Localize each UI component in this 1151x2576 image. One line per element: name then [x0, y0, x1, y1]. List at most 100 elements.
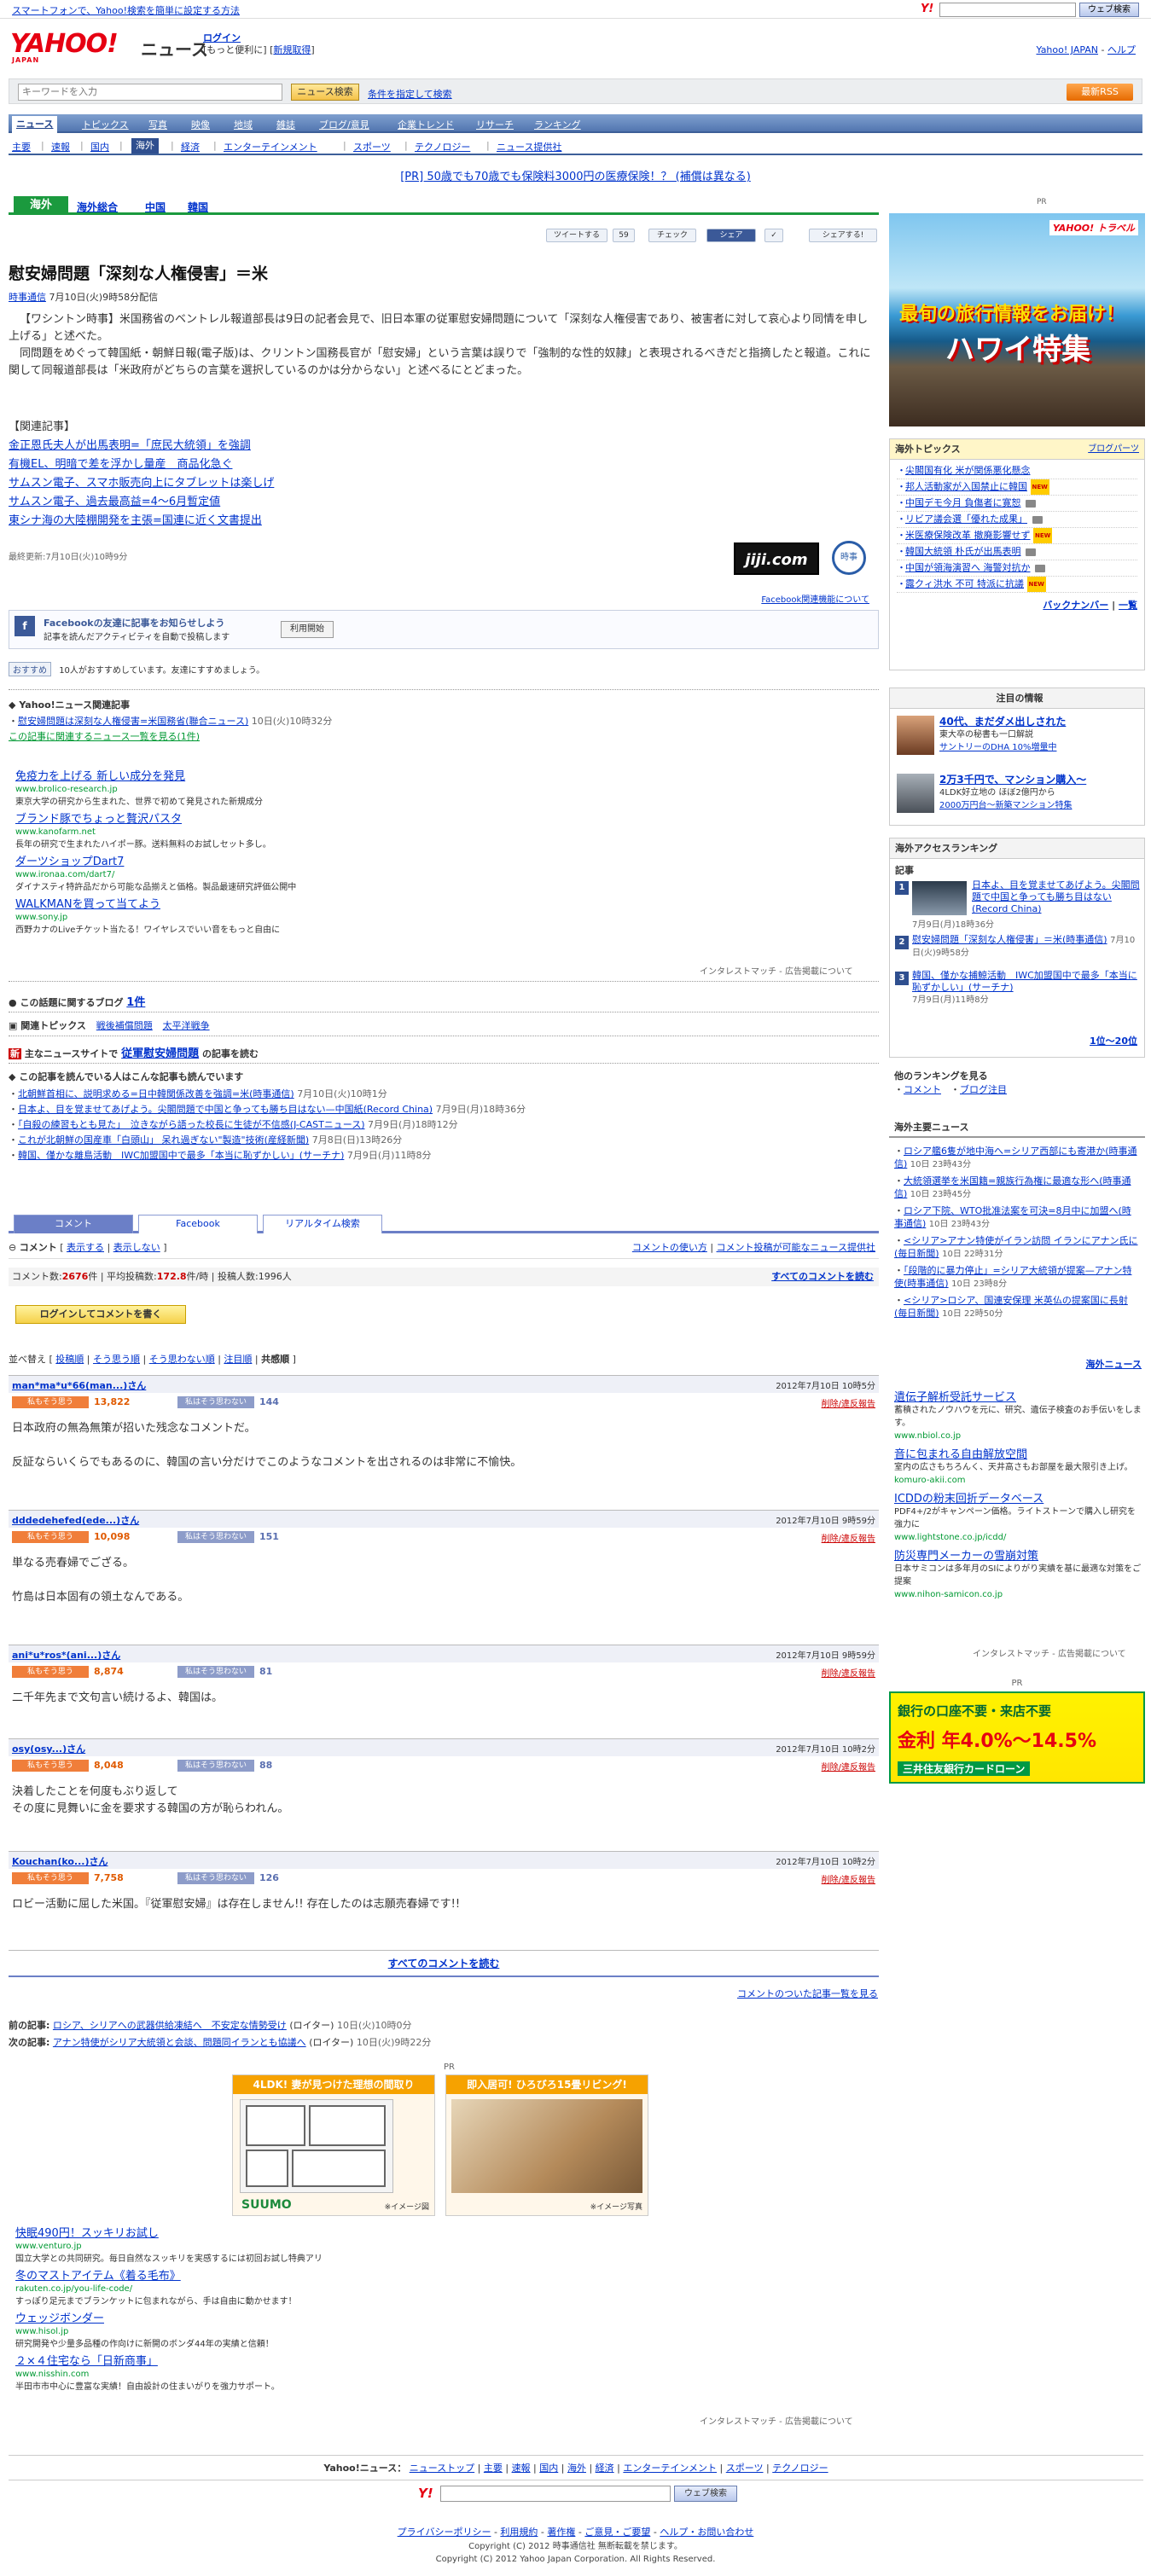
also-read-link[interactable]: これが北朝鮮の国産車「白頭山」 呆れ過ぎない"製造"技術(産経新聞) — [18, 1134, 309, 1146]
prev-article-link[interactable]: ロシア、シリアへの武器供給凍結へ 不安定な情勢受け — [53, 2020, 287, 2031]
comment-user[interactable]: dddedehefed(ede...)さん — [12, 1513, 139, 1527]
terms-link[interactable]: 利用規約 — [500, 2527, 538, 2538]
related-link[interactable]: 有機EL、明暗で差を浮かし量産 商品化急ぐ — [9, 458, 232, 471]
rss-button[interactable]: 最新RSS — [1067, 84, 1133, 101]
notice-item-1[interactable]: 40代、まだダメ出しされた 東大卒の秘書も一口解説 サントリーのDHA 10%増量中 — [939, 716, 1141, 754]
back-number-link[interactable]: バックナンバー — [1043, 600, 1108, 611]
major-news-more[interactable]: 海外ニュース — [1086, 1358, 1142, 1372]
smbc-card-loan-ad[interactable]: 銀行の口座不要・来店不要 金利 年4.0%〜14.5% 三井住友銀行カードローン — [889, 1691, 1145, 1784]
comment-howto-link[interactable]: コメントの使い方 — [632, 1242, 707, 1253]
disagree-button[interactable]: 私はそう思わない — [177, 1396, 254, 1408]
ad-item[interactable]: ダーツショップDart7 www.ironaa.com/dart7/ダイナスティ特… — [15, 856, 296, 894]
smartphone-promo-link[interactable]: スマートフォンで、Yahoo!検索を簡単に設定する方法 — [12, 3, 240, 17]
yahoo-related-link[interactable]: 慰安婦問題は深刻な人権侵害=米国務省(聯合ニュース) — [18, 716, 248, 727]
report-link[interactable]: 削除/違反報告 — [822, 1760, 875, 1772]
ad-item[interactable]: 防災専門メーカーの雪崩対策 日本サミコンは多年月のSIによりがり実績を基に最適な対… — [894, 1551, 1142, 1601]
facebook-start-button[interactable]: 利用開始 — [281, 621, 334, 638]
hawaii-travel-ad[interactable]: YAHOO! トラベル 最旬の旅行情報をお届け！ ハワイ特集 — [889, 213, 1145, 426]
pr-insurance-link[interactable]: [PR] 50歳でも70歳でも保険料3000円の医療保険！？ (補償は異なる) — [0, 167, 1151, 183]
subnav-main[interactable]: 主要 — [12, 140, 31, 154]
topic-item[interactable]: 中国デモ今月 負傷者に寛恕 — [905, 497, 1021, 508]
also-read-link[interactable]: 韓国、僅かな離島活動 IWC加盟国中で最多「本当に恥ずかしい」(サーチナ) — [18, 1150, 344, 1161]
also-read-link[interactable]: 「自殺の練習もとも見た」 泣きながら語った校長に生徒が不信感(J-CASTニュー… — [18, 1119, 365, 1130]
topic-item[interactable]: 尖閣国有化 米が関係悪化懸念 — [905, 465, 1031, 476]
tweet-button[interactable]: ツイートする — [546, 229, 607, 242]
subnav-flash[interactable]: 速報 — [51, 140, 70, 154]
next-article-link[interactable]: アナン特使がシリア大統領と会談、問題同イランとも協議へ — [53, 2037, 306, 2048]
report-link[interactable]: 削除/違反報告 — [822, 1666, 875, 1679]
news-search-input[interactable] — [18, 84, 282, 101]
ad-item[interactable]: WALKMANを買って当てよう www.sony.jp 西野カナのLiveチケット当… — [15, 899, 296, 937]
ad-item[interactable]: 冬のマストアイテム《着る毛布》 rakuten.co.jp/you-life-co… — [15, 2271, 323, 2308]
ranking-blog-link[interactable]: ブログ注目 — [960, 1084, 1007, 1095]
top-search-input[interactable] — [939, 3, 1076, 17]
news-search-button[interactable]: ニュース検索 — [291, 84, 359, 101]
nav-topics[interactable]: トピックス — [82, 118, 129, 131]
subnav-technology[interactable]: テクノロジー — [415, 140, 470, 154]
related-link[interactable]: サムスン電子、スマホ販売向上にタブレットは楽しげ — [9, 477, 274, 490]
footer-link[interactable]: 速報 — [512, 2463, 531, 2474]
interest-match-note[interactable]: インタレストマッチ - 広告掲載について — [700, 966, 853, 979]
agree-button[interactable]: 私もそう思う — [12, 1396, 89, 1408]
footer-link[interactable]: ニューストップ — [410, 2463, 474, 2474]
related-link[interactable]: 東シナ海の大陸棚開発を主張=国連に近く文書提出 — [9, 514, 262, 527]
ad-item[interactable]: 免疫力を上げる 新しい成分を発見 www.brolico-research.jp 東… — [15, 771, 296, 809]
subnav-world[interactable]: 海外 — [131, 138, 159, 154]
subnav-entertainment[interactable]: エンターテインメント — [224, 140, 317, 154]
section-title[interactable]: ニュース — [141, 36, 208, 61]
related-link[interactable]: サムスン電子、過去最高益=4～6月暫定値 — [9, 496, 220, 508]
also-read-link[interactable]: 日本よ、目を覚ませてあげよう。尖閣問題で中国と争っても勝ち目はない—中国紙(Re… — [18, 1104, 433, 1115]
help-link[interactable]: ヘルプ — [1107, 44, 1136, 55]
nav-video[interactable]: 映像 — [191, 118, 210, 131]
tab-korea[interactable]: 韓国 — [188, 200, 208, 214]
report-link[interactable]: 削除/違反報告 — [822, 1531, 875, 1544]
major-news-link[interactable]: <シリア>ロシア、国連安保理 米英仏の提案国に長射(毎日新聞) — [894, 1295, 1128, 1319]
footer-link[interactable]: 海外 — [567, 2463, 586, 2474]
notice-item-2[interactable]: 2万3千円で、マンション購入～ 4LDK好立地の ほぼ2億円から 2000万円台〜新… — [939, 774, 1141, 812]
also-read-link[interactable]: 北朝鮮首相に、説明求める=日中韓関係改善を強調=米(時事通信) — [18, 1088, 294, 1099]
subnav-providers[interactable]: ニュース提供社 — [497, 140, 561, 154]
web-search-button[interactable]: ウェブ検索 — [1079, 3, 1139, 17]
ad-item[interactable]: ブランド豚でちょっと贅沢パスタ www.kanofarm.net 長年の研究で生まれ… — [15, 814, 296, 851]
sort-empathy[interactable]: 共感順 — [261, 1354, 289, 1365]
check-button[interactable]: チェック — [648, 229, 696, 242]
report-link[interactable]: 削除/違反報告 — [822, 1872, 875, 1885]
nav-trend[interactable]: 企業トレンド — [398, 118, 454, 131]
tab-comments[interactable]: コメント — [14, 1215, 133, 1233]
sort-attention[interactable]: 注目順 — [224, 1354, 252, 1365]
ad-item[interactable]: 音に包まれる自由解放空間 室内の広さもちろんく、天井高さもお部屋を最大限引き上げ。… — [894, 1449, 1142, 1487]
comment-hide[interactable]: 表示しない — [113, 1242, 160, 1253]
topic-item[interactable]: 中国が領海演習へ 海警対抗か — [905, 562, 1031, 573]
comment-providers-link[interactable]: コメント投稿が可能なニュース提供社 — [717, 1242, 875, 1253]
topic-item[interactable]: 韓国大統領 朴氏が出馬表明 — [905, 546, 1021, 557]
footer-link[interactable]: 国内 — [539, 2463, 558, 2474]
mixi-icon[interactable]: ✓ — [764, 229, 783, 242]
like-button[interactable]: おすすめ — [9, 662, 51, 676]
sort-agree[interactable]: そう思う順 — [93, 1354, 140, 1365]
yahoo-footer-logo[interactable]: Y! — [418, 2486, 433, 2501]
all-comments-link[interactable]: すべてのコメントを読む — [9, 1950, 879, 1977]
nav-research[interactable]: リサーチ — [476, 118, 514, 131]
interest-match-note[interactable]: インタレストマッチ - 広告掲載について — [973, 1648, 1126, 1662]
rank-item-1[interactable]: 日本よ、目を覚ませてあげよう。尖閣問題で中国と争っても勝ち目はない(Record… — [972, 879, 1141, 915]
comment-user[interactable]: Kouchan(ko...)さん — [12, 1854, 108, 1868]
yahoo-share-button[interactable]: シェアする! — [809, 229, 877, 242]
ad-item[interactable]: ウェッジボンダー www.hisol.jp 研究開発や少量多品種の作向けに新開のボン… — [15, 2313, 323, 2351]
jiji-logo[interactable]: jiji.com — [734, 542, 819, 575]
feedback-link[interactable]: ご意見・ご要望 — [584, 2527, 650, 2538]
jiji-press-logo[interactable]: 時事 — [832, 541, 866, 575]
major-news-link[interactable]: 「段階的に暴力停止」=シリア大統領が提案—アナン特使(時事通信) — [894, 1265, 1132, 1289]
topic-item[interactable]: 米医療保険改革 撤廃影響せず — [905, 530, 1031, 541]
login-to-comment-button[interactable]: ログインしてコメントを書く — [15, 1305, 186, 1324]
yahoo-logo[interactable]: YAHOO! JAPAN — [10, 29, 119, 64]
rank-item-2[interactable]: 慰安婦問題「深刻な人権侵害」＝米(時事通信) 7月10日(火)9時58分 — [912, 934, 1141, 960]
register-link[interactable]: 新規取得 — [273, 44, 311, 55]
comment-user[interactable]: man*ma*u*66(man...)さん — [12, 1378, 146, 1392]
blog-parts-link[interactable]: ブログパーツ — [1088, 439, 1139, 460]
sort-disagree[interactable]: そう思わない順 — [149, 1354, 215, 1365]
topic-link[interactable]: 戦後補償問題 — [96, 1020, 153, 1031]
yahoo-small-logo[interactable]: Y! — [921, 3, 933, 15]
help-contact-link[interactable]: ヘルプ・お問い合わせ — [660, 2527, 753, 2538]
disagree-button[interactable]: 私はそう思わない — [177, 1531, 254, 1543]
all-comments-link-top[interactable]: すべてのコメントを読む — [771, 1268, 874, 1286]
